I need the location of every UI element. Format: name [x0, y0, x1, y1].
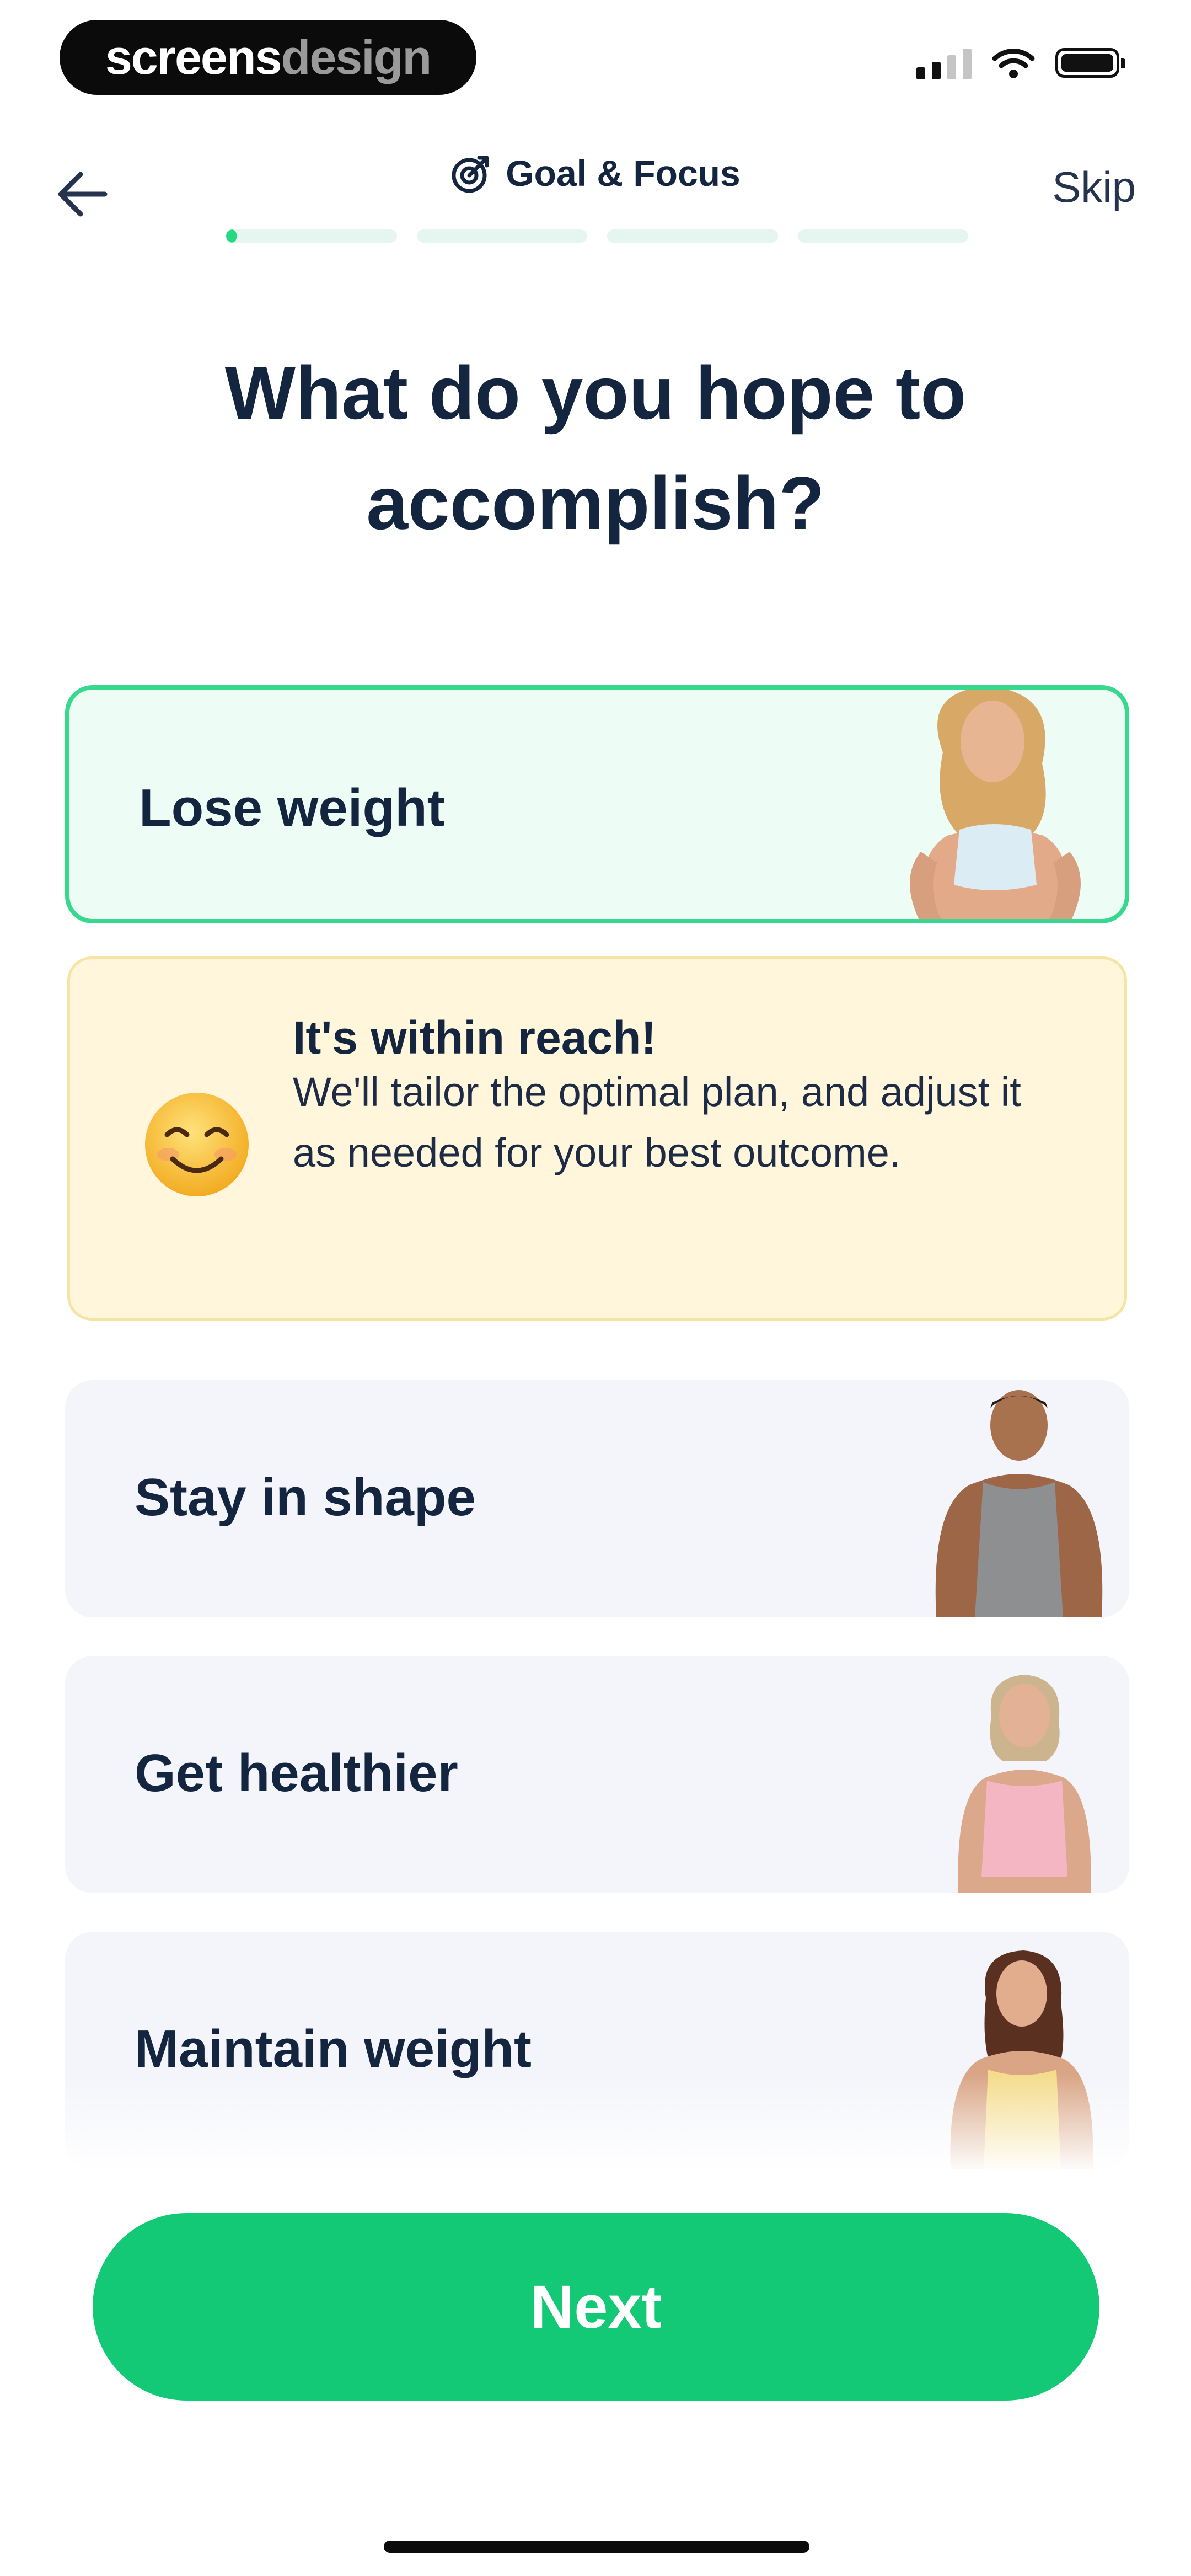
woman-pink-top-photo	[958, 1675, 1091, 1893]
option-lose-weight[interactable]: Lose weight	[65, 685, 1129, 923]
option-label: Stay in shape	[135, 1468, 476, 1527]
progress-segment	[797, 229, 968, 243]
wifi-icon	[992, 49, 1035, 78]
header-title-label: Goal & Focus	[506, 153, 741, 194]
progress-segment	[416, 229, 587, 243]
next-button[interactable]: Next	[93, 2213, 1099, 2401]
man-gray-tank-photo	[935, 1390, 1103, 1617]
home-indicator	[384, 2541, 809, 2553]
smiling-face-emoji	[145, 1093, 249, 1196]
battery-icon	[1055, 48, 1125, 78]
option-label: Lose weight	[139, 778, 445, 837]
progress-bar	[226, 229, 968, 243]
target-icon	[452, 156, 489, 193]
page-title: What do you hope to accomplish?	[224, 351, 967, 545]
info-card: It's within reach! We'll tailor the opti…	[67, 956, 1127, 1321]
skip-button[interactable]: Skip	[1052, 162, 1136, 212]
woman-white-top-photo	[910, 690, 1081, 919]
header-title: Goal & Focus	[0, 152, 1191, 194]
progress-segment	[226, 229, 397, 243]
option-label: Maintain weight	[135, 2019, 532, 2078]
info-body: We'll tailor the optimal plan, and adjus…	[293, 1069, 1021, 1175]
option-stay-in-shape[interactable]: Stay in shape	[65, 1380, 1129, 1617]
option-label: Get healthier	[135, 1744, 458, 1803]
brand-watermark: screens design	[60, 20, 476, 95]
option-get-healthier[interactable]: Get healthier	[65, 1656, 1129, 1893]
progress-segment	[607, 229, 778, 243]
info-title: It's within reach!	[293, 1012, 657, 1063]
cellular-signal-icon	[916, 46, 972, 79]
scroll-fade	[0, 2074, 1191, 2173]
status-icons	[916, 46, 1125, 79]
